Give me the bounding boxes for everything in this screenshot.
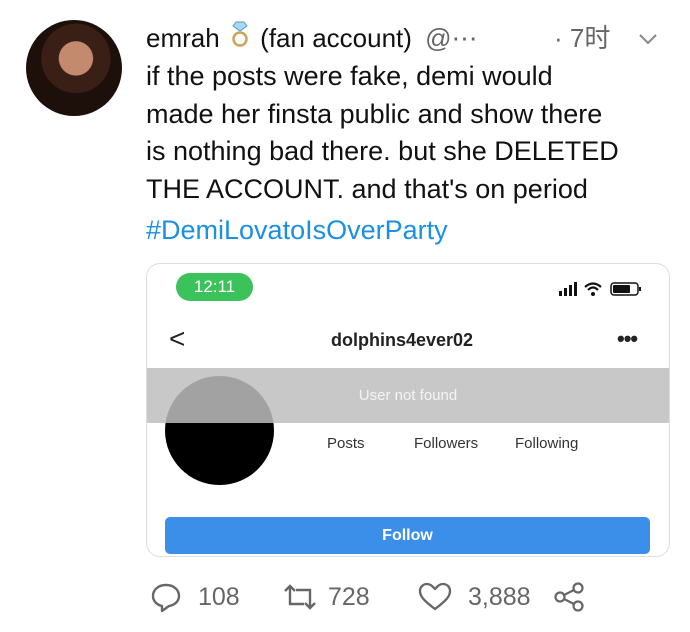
retweet-count: 728 [328,582,370,611]
display-name[interactable]: emrah [146,23,220,53]
status-time: 12:11 [176,273,253,301]
banner-text: User not found [358,387,458,404]
diamond-ring-icon [227,20,253,57]
wifi-icon [584,282,602,296]
hashtag-link[interactable]: #DemiLovatoIsOverParty [146,212,448,249]
user-handle[interactable]: @⋯ [425,23,477,53]
tweet-header: emrah (fan account) @⋯ · 7时 [146,20,676,56]
status-icons [559,280,649,298]
reply-count: 108 [198,582,240,611]
tweet-time[interactable]: · 7时 [554,20,610,56]
like-count: 3,888 [468,582,531,611]
name-suffix: (fan account) [260,23,412,53]
followers-label: Followers [414,435,479,452]
profile-username: dolphins4ever02 [331,330,474,350]
profile-avatar[interactable] [26,20,122,116]
share-icon[interactable] [552,581,586,613]
posts-label: Posts [327,435,365,452]
follow-button[interactable]: Follow [165,517,650,554]
battery-icon [610,282,641,296]
like-icon[interactable] [418,582,452,612]
reply-icon[interactable] [150,581,182,613]
tweet-text: if the posts were fake, demi would made … [146,61,619,204]
following-label: Following [515,435,579,452]
signal-icon [559,282,577,296]
retweet-action[interactable]: 728 [282,575,370,619]
retweet-icon[interactable] [282,582,318,612]
reply-action[interactable]: 108 [150,575,240,619]
user-not-found-banner: User not found [147,368,669,423]
embedded-screenshot[interactable]: 12:11 < dolphins4ever02 ••• User not fou… [146,263,670,557]
more-icon[interactable]: ••• [617,326,638,352]
back-icon[interactable]: < [169,324,185,354]
like-action[interactable]: 3,888 [418,575,531,619]
share-action[interactable] [552,575,586,619]
